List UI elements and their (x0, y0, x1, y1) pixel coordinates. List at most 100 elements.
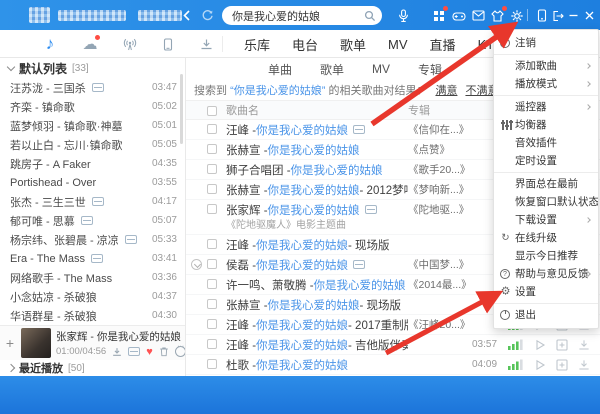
result-type-tab[interactable]: 专辑 (418, 61, 442, 78)
recent-played-header[interactable]: 最近播放 [50] (0, 360, 185, 376)
row-checkbox[interactable] (207, 184, 217, 194)
menu-item[interactable]: 音效插件 (494, 134, 598, 152)
row-checkbox[interactable] (207, 144, 217, 154)
menu-item[interactable]: 下载设置 (494, 211, 598, 229)
album-name[interactable]: 《歌手20...》 (408, 160, 472, 179)
gear-icon[interactable] (509, 8, 524, 23)
sidebar-song-row[interactable]: 蓝梦倾羽 - 镇命歌·神墓 05:01 (0, 116, 185, 135)
sidebar-scrollbar[interactable] (180, 74, 183, 144)
menu-item[interactable]: 注销 (494, 34, 598, 52)
mini-player-icon[interactable] (534, 8, 549, 23)
nav-tab[interactable]: 乐库 (244, 35, 270, 54)
default-playlist-header[interactable]: 默认列表 [33] (0, 58, 185, 78)
menu-item[interactable]: 显示今日推荐 (494, 247, 598, 265)
mv-icon[interactable] (80, 216, 93, 226)
menu-item[interactable]: 均衡器 (494, 116, 598, 134)
album-name[interactable]: 《2014最...》 (408, 275, 472, 294)
now-playing-card[interactable]: 张家辉 - 你是我心爱的姑娘 01:00/04:56 ♥ (0, 325, 185, 360)
nav-tab[interactable]: 直播 (430, 35, 456, 54)
sidebar-song-row[interactable]: Era - The Mass 03:41 (0, 249, 185, 268)
menu-item[interactable]: 界面总在最前 (494, 175, 598, 193)
nav-tab[interactable]: 电台 (292, 35, 318, 54)
row-checkbox[interactable] (207, 339, 217, 349)
sidebar-song-row[interactable]: 小念姑凉 - 杀破狼 04:37 (0, 287, 185, 306)
now-playing-avatar[interactable] (21, 328, 51, 359)
censored-user-info[interactable] (58, 10, 126, 21)
menu-item[interactable]: 遥控器 (494, 98, 598, 116)
satisfied-link[interactable]: 满意 (435, 82, 457, 98)
close-icon[interactable] (582, 8, 597, 23)
add-to-playlist-icon[interactable] (556, 355, 578, 374)
minimize-icon[interactable] (566, 8, 581, 23)
album-name[interactable]: 《信仰在...》 (408, 120, 472, 139)
sidebar-song-row[interactable]: 若以止白 - 忘川·镇命歌 05:05 (0, 135, 185, 154)
download-icon[interactable] (112, 347, 122, 357)
nav-tab[interactable]: MV (388, 37, 408, 52)
mv-icon[interactable] (353, 260, 366, 269)
album-name[interactable]: 《梦响新...》 (408, 180, 472, 199)
mv-icon[interactable] (128, 347, 141, 357)
menu-item[interactable]: 设置 (494, 283, 598, 301)
row-checkbox[interactable] (207, 359, 217, 369)
row-checkbox[interactable] (207, 164, 217, 174)
table-row[interactable]: 杜歌 - 你是我心爱的姑娘 04:09 (186, 355, 600, 375)
message-icon[interactable] (471, 8, 486, 23)
exit-mode-icon[interactable] (550, 8, 565, 23)
sidebar-song-row[interactable]: 跳房子 - A Faker 04:35 (0, 154, 185, 173)
row-checkbox[interactable] (207, 279, 217, 289)
mv-icon[interactable] (353, 125, 366, 134)
more-icon[interactable] (174, 343, 185, 358)
music-library-icon[interactable]: ♪ (40, 34, 60, 54)
refresh-icon[interactable] (200, 8, 214, 22)
menu-item[interactable]: 添加歌曲 (494, 57, 598, 75)
nav-tab[interactable]: 歌单 (340, 35, 366, 54)
album-name[interactable]: 《汪峰20...》 (408, 315, 472, 334)
sidebar-song-row[interactable]: 华语群星 - 杀破狼 04:30 (0, 306, 185, 325)
radio-icon[interactable] (120, 34, 140, 54)
play-icon[interactable] (534, 335, 556, 354)
play-icon[interactable] (534, 355, 556, 374)
cloud-icon[interactable]: ☁ (80, 34, 100, 54)
sidebar-song-row[interactable]: 杨宗纬、张碧晨 - 凉凉 05:33 (0, 230, 185, 249)
add-song-icon[interactable] (4, 335, 16, 351)
mv-icon[interactable] (364, 205, 377, 214)
album-name[interactable] (408, 295, 472, 314)
album-name[interactable]: 《中国梦...》 (408, 255, 472, 274)
skin-icon[interactable] (490, 6, 507, 23)
row-checkbox[interactable] (207, 124, 217, 134)
row-checkbox[interactable] (207, 319, 217, 329)
download-manager-icon[interactable] (196, 34, 216, 54)
result-type-tab[interactable]: 歌单 (320, 61, 344, 78)
download-icon[interactable] (578, 335, 600, 354)
mic-icon[interactable] (396, 8, 411, 23)
sidebar-song-row[interactable]: 郁可唯 - 思慕 05:07 (0, 211, 185, 230)
menu-item[interactable]: 定时设置 (494, 152, 598, 170)
result-type-tab[interactable]: MV (372, 62, 390, 76)
album-name[interactable] (408, 335, 472, 354)
download-icon[interactable] (578, 355, 600, 374)
album-name[interactable] (408, 355, 472, 374)
device-icon[interactable] (158, 34, 178, 54)
favorite-icon[interactable]: ♥ (146, 346, 153, 357)
add-to-playlist-icon[interactable] (556, 335, 578, 354)
menu-item[interactable]: 播放模式 (494, 75, 598, 93)
mv-icon[interactable] (124, 235, 137, 245)
album-name[interactable]: 《点赞》 (408, 140, 472, 159)
album-name[interactable] (408, 235, 472, 254)
listened-icon[interactable] (191, 259, 202, 270)
search-input[interactable]: 你是我心爱的姑娘 (222, 6, 382, 25)
mv-icon[interactable] (91, 254, 103, 264)
games-icon[interactable] (451, 8, 466, 23)
sidebar-song-row[interactable]: 网络歌手 - The Mass 03:36 (0, 268, 185, 287)
menu-item[interactable]: 恢复窗口默认状态 (494, 193, 598, 211)
album-name[interactable]: 《陀地驱...》 (408, 200, 472, 219)
search-icon[interactable] (364, 10, 376, 22)
menu-item[interactable]: 帮助与意见反馈 (494, 265, 598, 283)
row-checkbox[interactable] (207, 299, 217, 309)
menu-item[interactable]: 退出 (494, 306, 598, 324)
sidebar-song-row[interactable]: Portishead - Over 03:55 (0, 173, 185, 192)
sidebar-song-row[interactable]: 张杰 - 三生三世 04:17 (0, 192, 185, 211)
sidebar-song-row[interactable]: 齐栾 - 镇命歌 05:02 (0, 97, 185, 116)
row-checkbox[interactable] (207, 259, 217, 269)
result-type-tab[interactable]: 单曲 (268, 61, 292, 78)
